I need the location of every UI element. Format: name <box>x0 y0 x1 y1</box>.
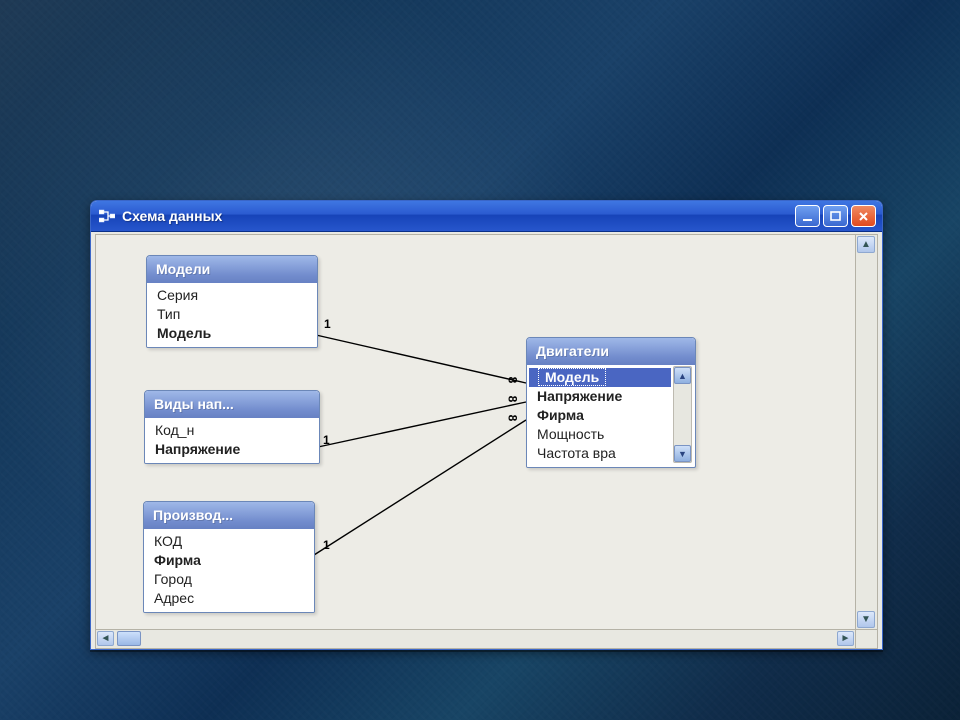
vertical-scrollbar[interactable]: ▲ ▼ <box>855 235 877 629</box>
field[interactable]: Серия <box>149 286 315 305</box>
table-field-list: Код_н Напряжение <box>145 418 319 463</box>
window-shadow <box>90 650 883 652</box>
cardinality-many-icon: 8 <box>505 377 519 384</box>
table-producers[interactable]: Производ... КОД Фирма Город Адрес <box>143 501 315 613</box>
table-engines[interactable]: Двигатели Модель Напряжение Фирма Мощнос… <box>526 337 696 468</box>
scroll-down-icon[interactable]: ▼ <box>857 611 875 628</box>
field[interactable]: Мощность <box>529 425 671 444</box>
window-controls <box>795 205 876 227</box>
field-key[interactable]: Модель <box>149 324 315 343</box>
maximize-button[interactable] <box>823 205 848 227</box>
titlebar[interactable]: Схема данных <box>91 201 882 232</box>
table-field-list: Модель Напряжение Фирма Мощность Частота… <box>527 365 673 467</box>
minimize-button[interactable] <box>795 205 820 227</box>
scroll-left-icon[interactable]: ◄ <box>97 631 114 646</box>
field-scrollbar[interactable]: ▲ ▼ <box>673 366 692 463</box>
field[interactable]: Частота вра <box>529 444 671 463</box>
table-voltages[interactable]: Виды нап... Код_н Напряжение <box>144 390 320 464</box>
relationships-window: Схема данных 1 1 1 8 8 <box>90 200 883 650</box>
table-models[interactable]: Модели Серия Тип Модель <box>146 255 318 348</box>
scroll-up-icon[interactable]: ▲ <box>857 236 875 253</box>
client-area: 1 1 1 8 8 8 Модели Серия Тип Модель Виды… <box>95 234 878 649</box>
scroll-down-icon[interactable]: ▼ <box>674 445 691 462</box>
table-title[interactable]: Модели <box>147 256 317 283</box>
field-key[interactable]: Фирма <box>529 406 671 425</box>
field[interactable]: Тип <box>149 305 315 324</box>
table-field-list: КОД Фирма Город Адрес <box>144 529 314 612</box>
field-key[interactable]: Напряжение <box>529 387 671 406</box>
cardinality-one: 1 <box>323 433 330 447</box>
scroll-right-icon[interactable]: ► <box>837 631 854 646</box>
scroll-thumb[interactable] <box>117 631 141 646</box>
horizontal-scrollbar[interactable]: ◄ ► <box>96 629 855 648</box>
field-key[interactable]: Напряжение <box>147 440 317 459</box>
field-key[interactable]: Фирма <box>146 551 312 570</box>
relationship-icon <box>99 208 115 224</box>
cardinality-one: 1 <box>323 538 330 552</box>
field[interactable]: Город <box>146 570 312 589</box>
table-title[interactable]: Двигатели <box>527 338 695 365</box>
table-title[interactable]: Виды нап... <box>145 391 319 418</box>
cardinality-many-icon: 8 <box>505 415 519 422</box>
field-selected[interactable]: Модель <box>529 368 671 387</box>
field[interactable]: Код_н <box>147 421 317 440</box>
scroll-track[interactable] <box>674 384 691 445</box>
close-button[interactable] <box>851 205 876 227</box>
window-title: Схема данных <box>122 208 222 224</box>
diagram-canvas[interactable]: 1 1 1 8 8 8 Модели Серия Тип Модель Виды… <box>96 235 855 629</box>
table-field-list: Серия Тип Модель <box>147 283 317 347</box>
scroll-track[interactable] <box>857 255 876 609</box>
field[interactable]: Адрес <box>146 589 312 608</box>
table-title[interactable]: Производ... <box>144 502 314 529</box>
scroll-track[interactable] <box>142 631 835 647</box>
cardinality-one: 1 <box>324 317 331 331</box>
scrollbar-corner <box>855 629 877 648</box>
cardinality-many-icon: 8 <box>505 396 519 403</box>
scroll-up-icon[interactable]: ▲ <box>674 367 691 384</box>
field[interactable]: КОД <box>146 532 312 551</box>
